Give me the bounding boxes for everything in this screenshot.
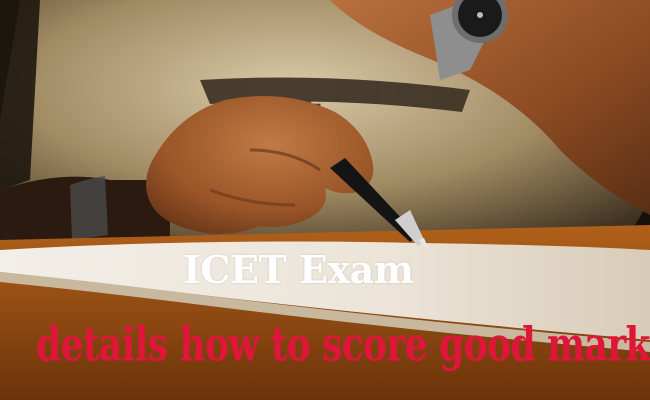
bracelet [70,176,108,240]
image-subtitle: details how to score good marks [36,317,650,373]
image-scene: NIKE ICET Exam details how to score g [0,0,650,400]
image-title: ICET Exam [183,247,414,292]
